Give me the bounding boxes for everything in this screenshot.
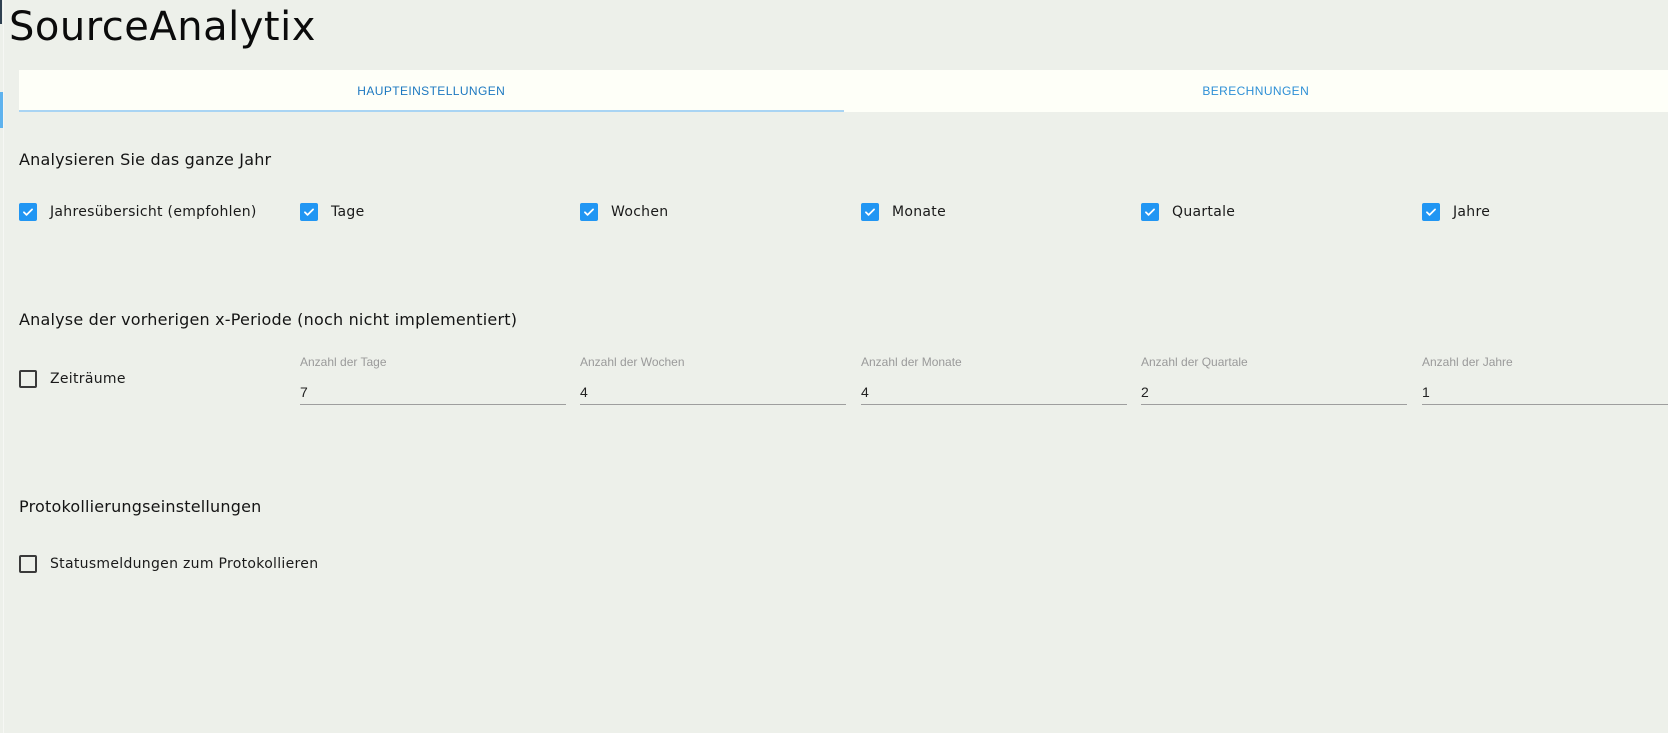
checkbox-checked-icon[interactable] <box>1141 203 1159 221</box>
checkbox-checked-icon[interactable] <box>1422 203 1440 221</box>
tab-haupteinstellungen[interactable]: HAUPTEINSTELLUNGEN <box>19 70 844 112</box>
app-title: SourceAnalytix <box>9 4 316 50</box>
checkbox-label: Quartale <box>1172 204 1236 220</box>
section-title-year-analysis: Analysieren Sie das ganze Jahr <box>19 150 272 169</box>
window-edge-dark <box>0 0 2 24</box>
window-edge-line <box>3 0 4 733</box>
checkbox-tage[interactable]: Tage <box>300 203 365 221</box>
checkbox-jahre[interactable]: Jahre <box>1422 203 1490 221</box>
years-input[interactable] <box>1422 379 1668 405</box>
section-title-previous-period: Analyse der vorherigen x-Periode (noch n… <box>19 310 518 329</box>
checkbox-wochen[interactable]: Wochen <box>580 203 668 221</box>
checkbox-unchecked-icon[interactable] <box>19 555 37 573</box>
checkbox-label: Wochen <box>611 204 669 220</box>
field-label: Anzahl der Tage <box>300 355 387 369</box>
quarters-input[interactable] <box>1141 379 1407 405</box>
checkbox-label: Monate <box>892 204 946 220</box>
checkbox-label: Tage <box>331 204 365 220</box>
field-label: Anzahl der Wochen <box>580 355 685 369</box>
days-input[interactable] <box>300 379 566 405</box>
checkbox-checked-icon[interactable] <box>861 203 879 221</box>
checkbox-label: Jahre <box>1453 204 1491 220</box>
checkbox-checked-icon[interactable] <box>580 203 598 221</box>
checkbox-statusmeldungen[interactable]: Statusmeldungen zum Protokollieren <box>19 555 318 573</box>
field-label: Anzahl der Jahre <box>1422 355 1513 369</box>
checkbox-zeitraeume[interactable]: Zeiträume <box>19 370 126 388</box>
months-input[interactable] <box>861 379 1127 405</box>
checkbox-quartale[interactable]: Quartale <box>1141 203 1235 221</box>
section-title-logging: Protokollierungseinstellungen <box>19 497 262 516</box>
checkbox-checked-icon[interactable] <box>19 203 37 221</box>
tab-bar: HAUPTEINSTELLUNGEN BERECHNUNGEN <box>19 70 1668 112</box>
checkbox-label: Statusmeldungen zum Protokollieren <box>50 556 319 572</box>
checkbox-monate[interactable]: Monate <box>861 203 946 221</box>
field-label: Anzahl der Quartale <box>1141 355 1248 369</box>
tab-berechnungen[interactable]: BERECHNUNGEN <box>844 70 1668 112</box>
checkbox-jahresuebersicht[interactable]: Jahresübersicht (empfohlen) <box>19 203 257 221</box>
checkbox-label: Jahresübersicht (empfohlen) <box>50 204 257 220</box>
checkbox-label: Zeiträume <box>50 371 126 387</box>
checkbox-checked-icon[interactable] <box>300 203 318 221</box>
weeks-input[interactable] <box>580 379 846 405</box>
field-label: Anzahl der Monate <box>861 355 962 369</box>
checkbox-unchecked-icon[interactable] <box>19 370 37 388</box>
